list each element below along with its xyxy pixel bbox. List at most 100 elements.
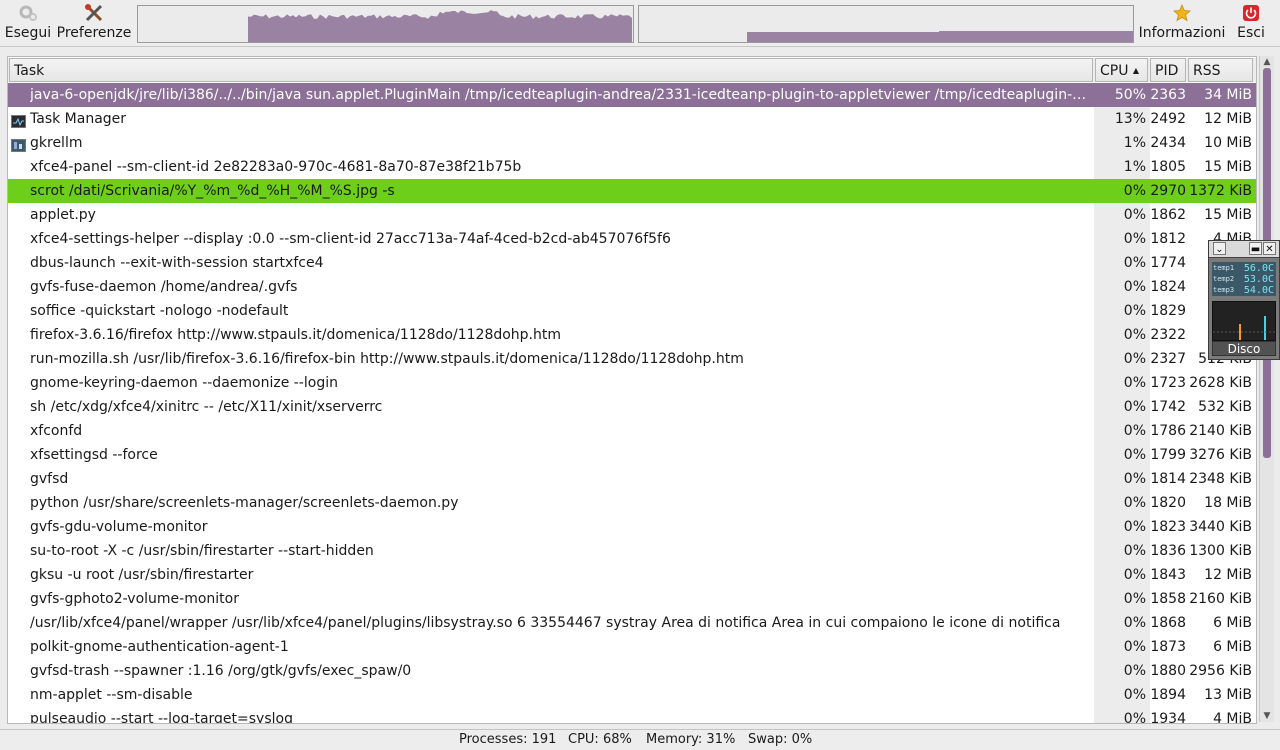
table-row[interactable]: Task Manager 13% 2492 12 MiB [8, 107, 1256, 131]
task-cpu: 0% [1123, 711, 1146, 724]
table-row[interactable]: xfconfd 0% 1786 2140 KiB [8, 419, 1256, 443]
column-header-task[interactable]: Task [9, 58, 1093, 82]
status-bar: Processes: 191 CPU: 68% Memory: 31% Swap… [0, 729, 1280, 750]
task-name: xfsettingsd --force [30, 447, 158, 463]
task-cpu: 0% [1123, 303, 1146, 319]
table-row[interactable]: gvfs-gphoto2-volume-monitor 0% 1858 2160 Ki… [8, 587, 1256, 611]
task-pid: 1868 [1150, 615, 1186, 631]
table-row[interactable]: dbus-launch --exit-with-session startxfc… [8, 251, 1256, 275]
table-row[interactable]: gksu -u root /usr/sbin/firestarter 0% 1843… [8, 563, 1256, 587]
task-pid: 1799 [1150, 447, 1186, 463]
task-name: gvfsd [30, 471, 69, 487]
task-rss: 15 MiB [1204, 159, 1252, 175]
task-name: gnome-keyring-daemon --daemonize --login [30, 375, 338, 391]
task-pid: 1934 [1150, 711, 1186, 724]
task-pid: 2434 [1150, 135, 1186, 151]
task-pid: 1814 [1150, 471, 1186, 487]
gkrellm-menu-chevron-icon[interactable]: ⌄ [1213, 242, 1226, 255]
table-row[interactable]: scrot /dati/Scrivania/%Y_%m_%d_%H_%M_%S.… [8, 179, 1256, 203]
table-row[interactable]: polkit-gnome-authentication-agent-1 0% 187… [8, 635, 1256, 659]
scroll-down-arrow-icon[interactable]: ▼ [1262, 711, 1272, 721]
table-row[interactable]: gvfsd-trash --spawner :1.16 /org/gtk/gvf… [8, 659, 1256, 683]
gkrellm-close-icon[interactable]: ✕ [1263, 242, 1276, 255]
task-cpu: 0% [1123, 375, 1146, 391]
run-button[interactable]: Esegui [4, 2, 52, 44]
table-row[interactable]: nm-applet --sm-disable 0% 1894 13 MiB [8, 683, 1256, 707]
table-row[interactable]: gkrellm 1% 2434 10 MiB [8, 131, 1256, 155]
star-icon [1173, 2, 1191, 24]
table-row[interactable]: sh /etc/xdg/xfce4/xinitrc -- /etc/X11/xi… [8, 395, 1256, 419]
task-rss: 15 MiB [1204, 207, 1252, 223]
table-row[interactable]: xfce4-panel --sm-client-id 2e82283a0-970… [8, 155, 1256, 179]
table-row[interactable]: python /usr/share/screenlets-manager/scr… [8, 491, 1256, 515]
preferences-button[interactable]: Preferenze [57, 2, 131, 44]
task-cpu: 0% [1123, 591, 1146, 607]
status-memory: Memory: 31% [646, 732, 736, 747]
task-pid: 1843 [1150, 567, 1186, 583]
task-name: python /usr/share/screenlets-manager/scr… [30, 495, 459, 511]
table-row[interactable]: firefox-3.6.16/firefox http://www.stpaul… [8, 323, 1256, 347]
vertical-scrollbar[interactable]: ▲ ▼ [1259, 56, 1274, 722]
task-rss: 1372 KiB [1189, 183, 1252, 199]
task-rss: 12 MiB [1204, 111, 1252, 127]
sort-ascending-icon: ▲ [1132, 66, 1140, 75]
task-rss: 2348 KiB [1189, 471, 1252, 487]
task-name: gvfs-gphoto2-volume-monitor [30, 591, 239, 607]
temp-row: temp2 53.0C [1212, 274, 1276, 285]
task-name: xfce4-panel --sm-client-id 2e82283a0-970… [30, 159, 522, 175]
table-row[interactable]: gvfs-fuse-daemon /home/andrea/.gvfs 0% 182… [8, 275, 1256, 299]
task-name: applet.py [30, 207, 96, 223]
temp-value: 56.0C [1243, 263, 1274, 274]
table-row[interactable]: xfce4-settings-helper --display :0.0 --s… [8, 227, 1256, 251]
table-row[interactable]: pulseaudio --start --log-target=syslog 0%… [8, 707, 1256, 724]
table-row[interactable]: gvfsd 0% 1814 2348 KiB [8, 467, 1256, 491]
info-label: Informazioni [1138, 25, 1226, 41]
task-name: run-mozilla.sh /usr/lib/firefox-3.6.16/f… [30, 351, 744, 367]
quit-button[interactable]: Esci [1232, 2, 1270, 44]
task-name: gkrellm [30, 135, 83, 151]
table-row[interactable]: soffice -quickstart -nologo -nodefault 0%… [8, 299, 1256, 323]
gkrellm-icon [11, 136, 26, 152]
gkrellm-minimize-icon[interactable]: ▬ [1249, 242, 1262, 255]
task-name: /usr/lib/xfce4/panel/wrapper /usr/lib/xf… [30, 615, 1061, 631]
task-name: gvfsd-trash --spawner :1.16 /org/gtk/gvf… [30, 663, 412, 679]
table-row[interactable]: su-to-root -X -c /usr/sbin/firestarter -… [8, 539, 1256, 563]
column-header-pid-label: PID [1155, 63, 1179, 79]
column-header-cpu[interactable]: CPU ▲ [1095, 58, 1148, 82]
task-pid: 2322 [1150, 327, 1186, 343]
task-rss: 34 MiB [1204, 87, 1252, 103]
task-cpu: 0% [1123, 615, 1146, 631]
info-button[interactable]: Informazioni [1138, 2, 1226, 44]
table-row[interactable]: xfsettingsd --force 0% 1799 3276 KiB [8, 443, 1256, 467]
task-rss: 13 MiB [1204, 687, 1252, 703]
task-cpu: 0% [1123, 231, 1146, 247]
preferences-tools-icon [84, 2, 104, 24]
column-header-pid[interactable]: PID [1150, 58, 1186, 82]
task-pid: 1786 [1150, 423, 1186, 439]
table-row[interactable]: /usr/lib/xfce4/panel/wrapper /usr/lib/xf… [8, 611, 1256, 635]
table-row[interactable]: java-6-openjdk/jre/lib/i386/../../bin/ja… [8, 83, 1256, 107]
task-name: polkit-gnome-authentication-agent-1 [30, 639, 289, 655]
gkrellm-widget[interactable]: ⌄ ▬ ✕ temp1 56.0C temp2 53.0C temp3 54.0C D… [1208, 240, 1280, 360]
temp-label: temp1 [1213, 264, 1235, 272]
table-row[interactable]: gvfs-gdu-volume-monitor 0% 1823 3440 KiB [8, 515, 1256, 539]
column-header-rss[interactable]: RSS [1188, 58, 1253, 82]
status-processes: Processes: 191 [459, 732, 557, 747]
task-cpu: 50% [1114, 87, 1146, 103]
gkrellm-disk-chart [1212, 301, 1276, 341]
gkrellm-disk-label: Disco [1212, 341, 1276, 356]
task-cpu: 0% [1123, 327, 1146, 343]
table-row[interactable]: run-mozilla.sh /usr/lib/firefox-3.6.16/f… [8, 347, 1256, 371]
run-label: Esegui [4, 25, 52, 41]
task-pid: 2970 [1150, 183, 1186, 199]
task-name: Task Manager [30, 111, 127, 127]
task-cpu: 0% [1123, 495, 1146, 511]
table-row[interactable]: gnome-keyring-daemon --daemonize --login… [8, 371, 1256, 395]
table-row[interactable]: applet.py 0% 1862 15 MiB [8, 203, 1256, 227]
power-icon [1242, 2, 1260, 24]
scroll-up-arrow-icon[interactable]: ▲ [1262, 57, 1272, 67]
task-name: gvfs-fuse-daemon /home/andrea/.gvfs [30, 279, 298, 295]
task-cpu: 0% [1123, 351, 1146, 367]
task-pid: 1824 [1150, 279, 1186, 295]
task-pid: 1836 [1150, 543, 1186, 559]
